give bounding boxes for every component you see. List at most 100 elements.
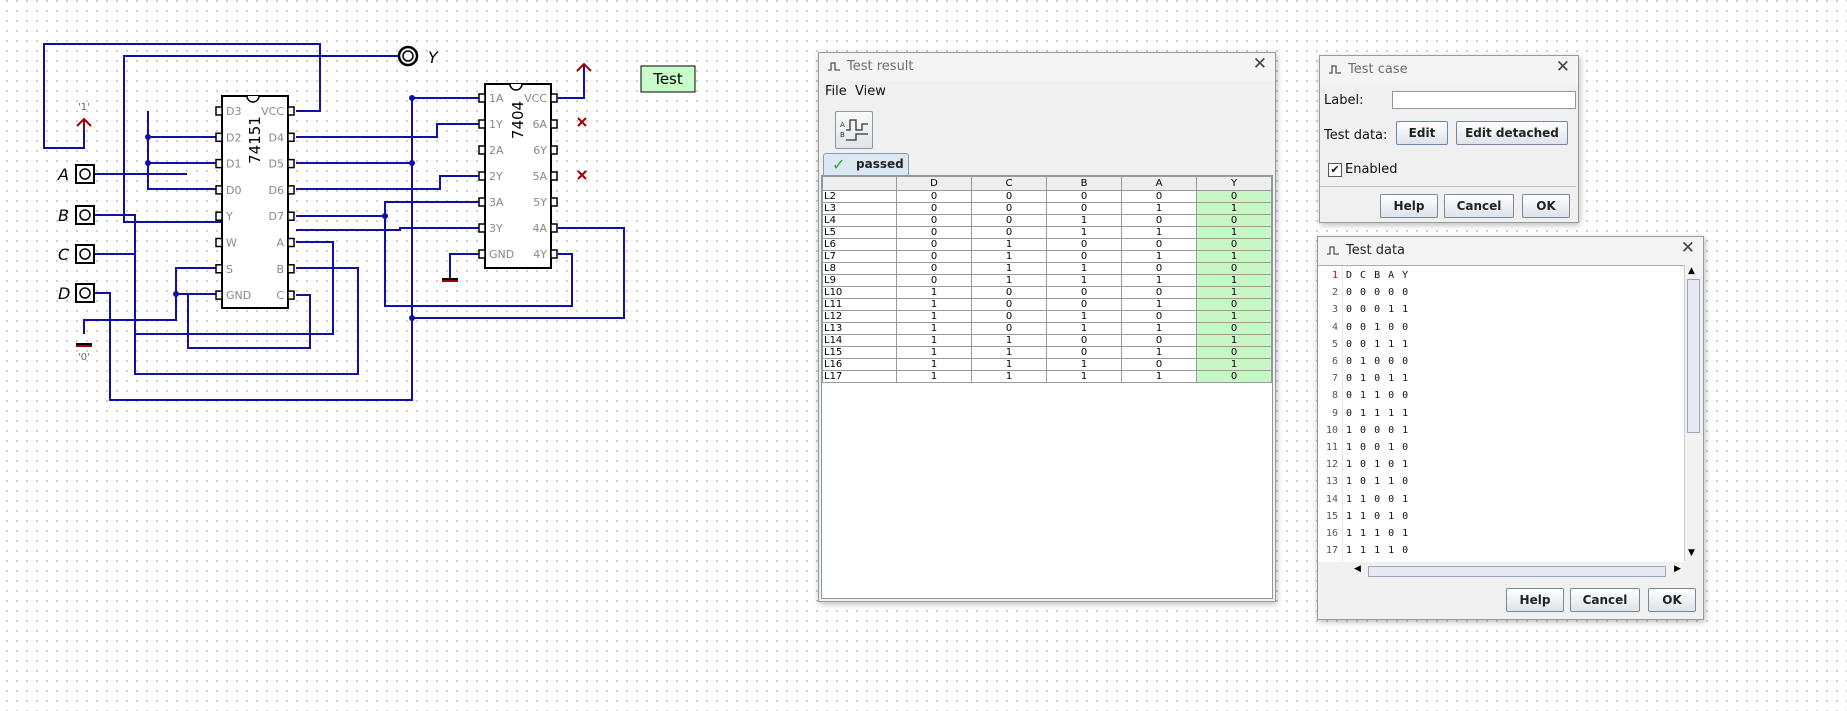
table-row[interactable]: L11 1 0 0 1 0 [822,298,1272,311]
chip-7404-pin-1a[interactable]: 1A [489,92,504,105]
code-line[interactable]: 1 0 0 1 0 [1346,442,1409,453]
const-high[interactable]: '1' [76,102,92,130]
chip-74151-pin-d6[interactable]: D6 [269,184,284,197]
chip-74151-pin-d0[interactable]: D0 [226,184,241,197]
column-header[interactable]: C [971,176,1047,191]
chip-74151-pin-d7[interactable]: D7 [269,210,284,223]
chip-7404-pin-4y[interactable]: 4Y [533,248,547,261]
chip-7404-pin-5a[interactable]: 5A [532,170,547,183]
vertical-scrollbar[interactable]: ▲ ▼ [1684,265,1701,561]
input-B[interactable]: B [58,205,95,225]
table-row[interactable]: L7 0 1 0 1 1 [822,250,1272,263]
table-row[interactable]: L17 1 1 1 1 0 [822,370,1272,383]
chip-7404-pin-6y[interactable]: 6Y [533,144,547,157]
chip-74151-pin-d1[interactable]: D1 [226,158,241,171]
chip-7404-pin-gnd[interactable]: GND [489,248,514,261]
table-row[interactable]: L4 0 0 1 0 0 [822,214,1272,227]
code-line[interactable]: 0 0 1 0 0 [1346,322,1409,333]
code-line[interactable]: 0 0 0 0 0 [1346,287,1409,298]
help-button[interactable]: Help [1506,588,1564,612]
label-input[interactable] [1392,91,1576,109]
test-case-window[interactable]: Test case ✕ Label: Test data: Edit Edit … [1319,55,1579,223]
code-line[interactable]: 0 0 0 1 1 [1346,304,1409,315]
code-editor[interactable]: 1 D C B A Y 2 0 0 0 0 0 3 0 0 0 1 1 4 0 0 1 0 0… [1318,265,1684,562]
chip-7404-pin-vcc[interactable]: VCC [524,92,547,105]
code-line[interactable]: 1 1 0 1 0 [1346,511,1409,522]
table-row[interactable]: L2 0 0 0 0 0 [822,190,1272,203]
input-C[interactable]: C [58,244,95,264]
menu-view[interactable]: View [855,84,886,99]
close-icon[interactable]: ✕ [1253,54,1267,74]
vertical-scroll-thumb[interactable] [1687,279,1700,433]
test-case-titlebar[interactable]: Test case ✕ [1320,56,1578,84]
ok-button[interactable]: OK [1648,588,1696,612]
close-icon[interactable]: ✕ [1556,57,1570,77]
code-line[interactable]: 1 1 1 1 0 [1346,545,1409,556]
code-line[interactable]: 1 0 1 1 0 [1346,476,1409,487]
chip-74151[interactable]: 74151 [221,95,289,309]
menu-file[interactable]: File [825,84,847,99]
table-row[interactable]: L9 0 1 1 1 1 [822,274,1272,287]
chip-7404-pin-4a[interactable]: 4A [532,222,547,235]
cancel-button[interactable]: Cancel [1444,194,1514,218]
chip-74151-pin-y[interactable]: Y [225,210,233,223]
column-header[interactable] [822,176,897,191]
horizontal-scrollbar[interactable]: ◀ ▶ [1354,564,1684,577]
horizontal-scroll-thumb[interactable] [1368,566,1666,577]
circuit-canvas[interactable]: 74151 7404 D3D2D1D0YWSGNDVCCD4D5D6D7ABC1… [0,0,700,420]
help-button[interactable]: Help [1380,194,1438,218]
chip-74151-pin-gnd[interactable]: GND [226,289,251,302]
chip-74151-pin-vcc[interactable]: VCC [261,105,284,118]
edit-button[interactable]: Edit [1396,121,1448,145]
input-A[interactable]: A [57,164,95,184]
code-line[interactable]: 1 1 1 0 1 [1346,528,1409,539]
chip-74151-pin-b[interactable]: B [276,263,284,276]
chip-74151-pin-s[interactable]: S [226,263,233,276]
show-graph-button[interactable]: A B [835,111,873,149]
table-row[interactable]: L3 0 0 0 1 1 [822,202,1272,215]
input-D[interactable]: D [58,283,95,303]
code-line[interactable]: 1 0 0 0 1 [1346,425,1409,436]
code-line[interactable]: 0 0 1 1 1 [1346,339,1409,350]
code-line[interactable]: 0 1 1 0 0 [1346,390,1409,401]
tab-passed[interactable]: ✓ passed [823,153,909,176]
ok-button[interactable]: OK [1522,194,1570,218]
table-row[interactable]: L5 0 0 1 1 1 [822,226,1272,239]
chip-7404-pin-2y[interactable]: 2Y [489,170,503,183]
output-Y[interactable]: Y [397,45,439,67]
chip-74151-pin-d3[interactable]: D3 [226,105,241,118]
chip-74151-pin-d2[interactable]: D2 [226,131,241,144]
code-line[interactable]: D C B A Y [1346,270,1409,281]
column-header[interactable]: B [1046,176,1122,191]
code-line[interactable]: 0 1 0 1 1 [1346,373,1409,384]
table-row[interactable]: L15 1 1 0 1 0 [822,346,1272,359]
code-line[interactable]: 0 1 1 1 1 [1346,408,1409,419]
chip-74151-pin-d5[interactable]: D5 [269,158,284,171]
chip-74151-pin-a[interactable]: A [276,237,284,250]
table-row[interactable]: L13 1 0 1 1 0 [822,322,1272,335]
test-data-window[interactable]: Test data ✕ 1 D C B A Y 2 0 0 0 0 0 3 0 0 0 1… [1317,236,1704,620]
column-header[interactable]: D [896,176,972,191]
chip-74151-pin-w[interactable]: W [226,237,237,250]
cancel-button[interactable]: Cancel [1570,588,1640,612]
table-row[interactable]: L14 1 1 0 0 1 [822,334,1272,347]
chip-7404-pin-6a[interactable]: 6A [532,118,547,131]
scroll-up-icon[interactable]: ▲ [1688,266,1695,276]
table-row[interactable]: L16 1 1 1 0 1 [822,358,1272,371]
code-line[interactable]: 0 1 0 0 0 [1346,356,1409,367]
table-row[interactable]: L12 1 0 1 0 1 [822,310,1272,323]
scroll-left-icon[interactable]: ◀ [1354,564,1361,574]
test-data-titlebar[interactable]: Test data ✕ [1318,237,1703,265]
close-icon[interactable]: ✕ [1681,238,1695,258]
table-row[interactable]: L8 0 1 1 0 0 [822,262,1272,275]
table-row[interactable]: L10 1 0 0 0 1 [822,286,1272,299]
chip-7404-pin-2a[interactable]: 2A [489,144,504,157]
enabled-checkbox[interactable]: ✔ [1328,163,1342,177]
scroll-right-icon[interactable]: ▶ [1674,564,1681,574]
column-header[interactable]: A [1121,176,1197,191]
chip-7404-pin-3y[interactable]: 3Y [489,222,503,235]
code-line[interactable]: 1 1 0 0 1 [1346,494,1409,505]
edit-detached-button[interactable]: Edit detached [1456,121,1568,145]
test-result-window[interactable]: Test result ✕ File View A B ✓ passed DCB… [818,52,1276,602]
chip-74151-pin-c[interactable]: C [276,289,284,302]
